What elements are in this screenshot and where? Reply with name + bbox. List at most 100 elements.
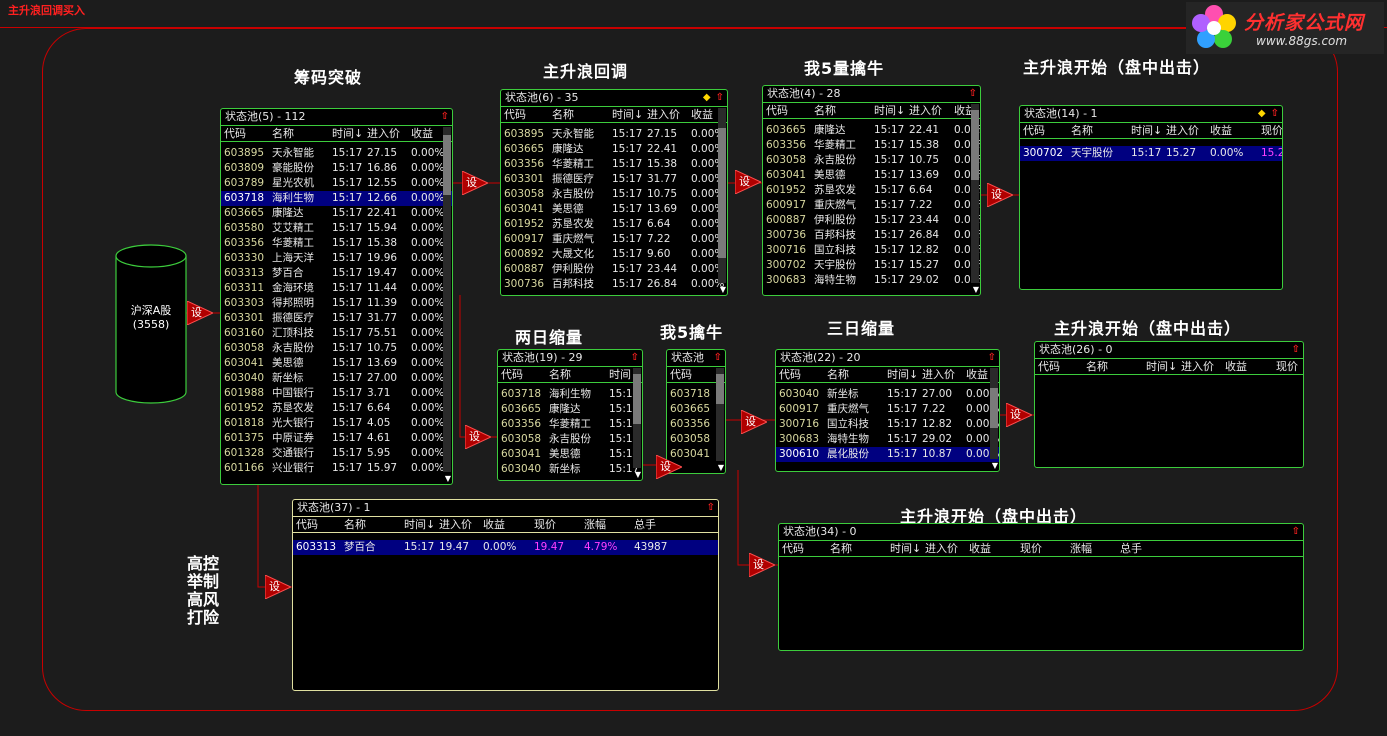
column-header[interactable]: 名称 bbox=[344, 517, 366, 532]
table-row[interactable]: 603580 艾艾精工 15:17 15.94 0.00% bbox=[221, 221, 452, 236]
set-button[interactable]: 设 bbox=[987, 183, 1013, 207]
column-header[interactable]: 代码 bbox=[766, 103, 788, 118]
table-row[interactable]: 601988 中国银行 15:17 3.71 0.00% bbox=[221, 386, 452, 401]
table-row[interactable]: 600917重庆燃气15:177.220.00% bbox=[501, 232, 727, 247]
set-button[interactable]: 设 bbox=[1006, 403, 1032, 427]
column-header[interactable]: 名称 bbox=[549, 367, 571, 382]
table-row[interactable]: 603665康隆达15:1722.410.00% bbox=[763, 123, 980, 138]
pool-panel-19[interactable]: 状态池(19) - 29 ⇧ 代码 名称 时间 603718 海利生物 15:17 603665… bbox=[497, 349, 643, 481]
column-header[interactable]: 涨幅 bbox=[584, 517, 606, 532]
column-header[interactable]: 名称 bbox=[814, 103, 836, 118]
scroll-down-icon[interactable]: ▼ bbox=[635, 470, 641, 479]
up-arrow-icon[interactable]: ⇧ bbox=[631, 352, 639, 363]
table-row[interactable]: 300716国立科技15:1712.820.00% bbox=[763, 243, 980, 258]
table-row[interactable]: 600917重庆燃气15:177.220.00% bbox=[776, 402, 999, 417]
table-row[interactable]: 603718 海利生物 15:17 12.66 0.00% bbox=[221, 191, 452, 206]
up-arrow-icon[interactable]: ⇧ bbox=[969, 88, 977, 99]
table-row[interactable]: 603356华菱精工15:1715.380.00% bbox=[763, 138, 980, 153]
table-row[interactable]: 603895 天永智能 15:17 27.15 0.00% bbox=[501, 127, 727, 142]
column-header[interactable]: 代码 bbox=[504, 107, 526, 122]
pool-panel-14[interactable]: 状态池(14) - 1 ◆ ⇧ 代码 名称 时间↓ 进入价 收益 现价 300702 天宇股份 15:… bbox=[1019, 105, 1283, 290]
table-row[interactable]: 603058 永吉股份 15:17 bbox=[498, 432, 642, 447]
set-button[interactable]: 设 bbox=[187, 301, 213, 325]
column-header[interactable]: 现价 bbox=[1020, 541, 1042, 556]
column-header[interactable]: 代码 bbox=[224, 126, 246, 141]
pool-panel-37[interactable]: 状态池(37) - 1 ⇧ 代码 名称 时间↓ 进入价 收益 现价 涨幅 总手 603313 梦百合 1… bbox=[292, 499, 719, 691]
up-arrow-icon[interactable]: ⇧ bbox=[716, 92, 724, 103]
column-header[interactable]: 涨幅 bbox=[1070, 541, 1092, 556]
pool-panel-5[interactable]: 状态池(5) - 112 ⇧ 代码 名称 时间↓ 进入价 收益 603895 天永智能 15:17… bbox=[220, 108, 453, 485]
pool-panel-34[interactable]: 状态池(34) - 0 ⇧ 代码 名称 时间↓ 进入价 收益 现价 涨幅 总手 bbox=[778, 523, 1304, 651]
column-header[interactable]: 现价 bbox=[1261, 123, 1282, 138]
scrollbar[interactable] bbox=[716, 368, 724, 461]
table-row[interactable]: 603041美思德15:1713.690.00% bbox=[763, 168, 980, 183]
scroll-down-icon[interactable]: ▼ bbox=[720, 285, 726, 294]
column-header[interactable]: 名称 bbox=[272, 126, 294, 141]
table-row[interactable]: 603665康隆达15:1722.410.00% bbox=[501, 142, 727, 157]
table-row[interactable]: 300736百邦科技15:1726.840.00% bbox=[763, 228, 980, 243]
table-row[interactable]: 603895 天永智能 15:17 27.15 0.00% bbox=[221, 146, 452, 161]
table-row[interactable]: 600887伊利股份15:1723.440.00% bbox=[501, 262, 727, 277]
up-arrow-icon[interactable]: ⇧ bbox=[441, 111, 449, 122]
scrollbar[interactable] bbox=[633, 368, 641, 468]
set-button[interactable]: 设 bbox=[749, 553, 775, 577]
table-row[interactable]: 603665康隆达15:1722.410.00% bbox=[221, 206, 452, 221]
column-header[interactable]: 收益 bbox=[483, 517, 505, 532]
pool-panel-4[interactable]: 状态池(4) - 28 ⇧ 代码 名称 时间↓ 进入价 收益 603665 康隆达 15:17 22… bbox=[762, 85, 981, 296]
scroll-down-icon[interactable]: ▼ bbox=[992, 461, 998, 470]
column-header[interactable]: 进入价 bbox=[922, 367, 955, 382]
column-header[interactable]: 时间↓ bbox=[1146, 359, 1177, 374]
set-button[interactable]: 设 bbox=[741, 410, 767, 434]
column-header[interactable]: 进入价 bbox=[439, 517, 472, 532]
column-header[interactable]: 进入价 bbox=[909, 103, 942, 118]
column-header[interactable]: 时间↓ bbox=[332, 126, 363, 141]
table-row[interactable]: 300683海特生物15:1729.020.00% bbox=[763, 273, 980, 288]
table-row[interactable]: 603058永吉股份15:1710.750.00% bbox=[763, 153, 980, 168]
scrollbar-thumb[interactable] bbox=[716, 374, 724, 404]
scrollbar[interactable] bbox=[971, 104, 979, 283]
up-arrow-icon[interactable]: ⇧ bbox=[714, 352, 722, 363]
column-header[interactable]: 收益 bbox=[966, 367, 988, 382]
table-row[interactable]: 603058永吉股份15:1710.750.00% bbox=[221, 341, 452, 356]
column-header[interactable]: 代码 bbox=[1038, 359, 1060, 374]
column-header[interactable]: 时间↓ bbox=[890, 541, 921, 556]
column-header[interactable]: 名称 bbox=[830, 541, 852, 556]
column-header[interactable]: 代码 bbox=[779, 367, 801, 382]
column-header[interactable]: 时间↓ bbox=[404, 517, 435, 532]
table-row[interactable]: 300736百邦科技15:1726.840.00% bbox=[501, 277, 727, 292]
table-row[interactable]: 603058永吉股份15:1710.750.00% bbox=[501, 187, 727, 202]
scrollbar-thumb[interactable] bbox=[443, 135, 451, 195]
diamond-icon[interactable]: ◆ bbox=[1258, 108, 1266, 119]
table-row[interactable]: 601818 光大银行 15:17 4.05 0.00% bbox=[221, 416, 452, 431]
table-row[interactable]: 603041美思德15:1713.690.00% bbox=[501, 202, 727, 217]
table-row[interactable]: 603789 星光农机 15:17 12.55 0.00% bbox=[221, 176, 452, 191]
column-header[interactable]: 时间↓ bbox=[874, 103, 905, 118]
column-header[interactable]: 进入价 bbox=[925, 541, 958, 556]
table-row[interactable]: 300683海特生物15:1729.020.00% bbox=[776, 432, 999, 447]
column-header[interactable]: 时间↓ bbox=[887, 367, 918, 382]
up-arrow-icon[interactable]: ⇧ bbox=[1292, 344, 1300, 355]
table-row[interactable]: 603356华菱精工15:1715.380.00% bbox=[501, 157, 727, 172]
column-header[interactable]: 现价 bbox=[534, 517, 556, 532]
pool-panel-22[interactable]: 状态池(22) - 20 ⇧ 代码 名称 时间↓ 进入价 收益 603040 新坐标 15:17 2… bbox=[775, 349, 1000, 472]
diamond-icon[interactable]: ◆ bbox=[703, 92, 711, 103]
table-row[interactable]: 603040 新坐标 15:17 bbox=[498, 462, 642, 477]
source-database[interactable]: 沪深A股 (3558) bbox=[115, 244, 187, 404]
set-button[interactable]: 设 bbox=[656, 455, 682, 479]
column-header[interactable]: 名称 bbox=[827, 367, 849, 382]
column-header[interactable]: 进入价 bbox=[647, 107, 680, 122]
column-header[interactable]: 现价 bbox=[1276, 359, 1298, 374]
table-row[interactable]: 601952苏垦农发15:176.640.00% bbox=[501, 217, 727, 232]
scroll-down-icon[interactable]: ▼ bbox=[973, 285, 979, 294]
table-row[interactable]: 603665 康隆达 15:17 bbox=[498, 402, 642, 417]
table-row[interactable]: 603041 美思德 15:17 bbox=[498, 447, 642, 462]
scrollbar-thumb[interactable] bbox=[718, 128, 726, 258]
table-row[interactable]: 300610 晨化股份 15:17 10.87 0.00% bbox=[776, 447, 999, 462]
column-header[interactable]: 名称 bbox=[552, 107, 574, 122]
table-row[interactable]: 600887伊利股份15:1723.440.00% bbox=[763, 213, 980, 228]
table-row[interactable]: 603040 新坐标 15:17 27.00 0.00% bbox=[776, 387, 999, 402]
column-header[interactable]: 名称 bbox=[1071, 123, 1093, 138]
column-header[interactable]: 名称 bbox=[1086, 359, 1108, 374]
column-header[interactable]: 代码 bbox=[782, 541, 804, 556]
scrollbar-thumb[interactable] bbox=[633, 374, 641, 424]
